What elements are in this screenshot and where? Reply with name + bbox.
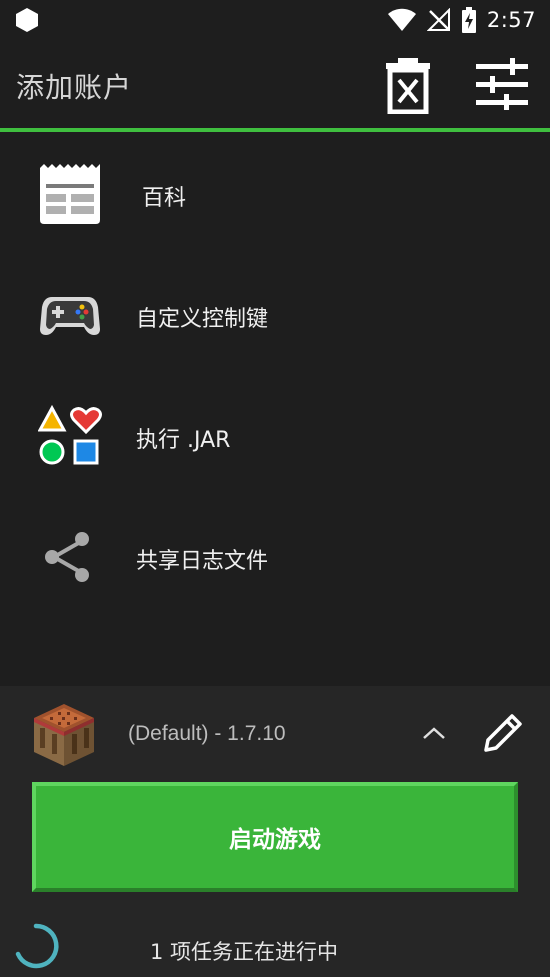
menu-list: 百科 自定义控制键 执行 .JAR 共享日志文件 xyxy=(0,132,550,616)
menu-item-wiki[interactable]: 百科 xyxy=(0,132,550,253)
task-status: 1 项任务正在进行中 xyxy=(0,916,550,977)
profile-label: (Default) - 1.7.10 xyxy=(128,722,286,745)
menu-item-run-jar[interactable]: 执行 .JAR xyxy=(0,374,550,495)
shapes-icon xyxy=(38,404,102,465)
delete-account-icon[interactable] xyxy=(384,56,432,114)
menu-item-label: 自定义控制键 xyxy=(136,307,269,332)
menu-item-custom-controls[interactable]: 自定义控制键 xyxy=(0,253,550,374)
edit-profile-icon[interactable] xyxy=(482,712,524,754)
wiki-icon xyxy=(40,164,100,224)
share-icon xyxy=(45,532,89,582)
wifi-icon xyxy=(387,8,416,31)
launch-game-button[interactable]: 启动游戏 xyxy=(32,782,518,892)
profile-selector[interactable]: (Default) - 1.7.10 xyxy=(0,686,550,782)
chevron-up-icon[interactable] xyxy=(420,722,448,744)
loading-spinner-icon xyxy=(15,923,59,969)
menu-item-label: 执行 .JAR xyxy=(136,428,231,453)
status-time: 2:57 xyxy=(486,8,536,32)
launch-game-label: 启动游戏 xyxy=(229,827,321,853)
bottom-panel: (Default) - 1.7.10 启动游戏 1 项任务正在进行中 xyxy=(0,686,550,977)
task-label: 1 项任务正在进行中 xyxy=(150,940,339,964)
battery-charging-icon xyxy=(461,7,476,33)
status-right: 2:57 xyxy=(387,6,536,34)
menu-item-share-logs[interactable]: 共享日志文件 xyxy=(0,495,550,616)
menu-item-label: 共享日志文件 xyxy=(136,549,269,574)
app-bar: 添加账户 xyxy=(0,40,550,128)
app-notification-icon xyxy=(16,8,38,32)
no-signal-icon xyxy=(426,8,450,31)
tune-settings-icon[interactable] xyxy=(474,58,530,110)
crafting-table-icon xyxy=(34,704,94,766)
menu-item-label: 百科 xyxy=(142,186,187,211)
page-title[interactable]: 添加账户 xyxy=(16,66,132,106)
status-bar: 2:57 xyxy=(0,0,550,40)
gamepad-icon xyxy=(40,297,100,335)
